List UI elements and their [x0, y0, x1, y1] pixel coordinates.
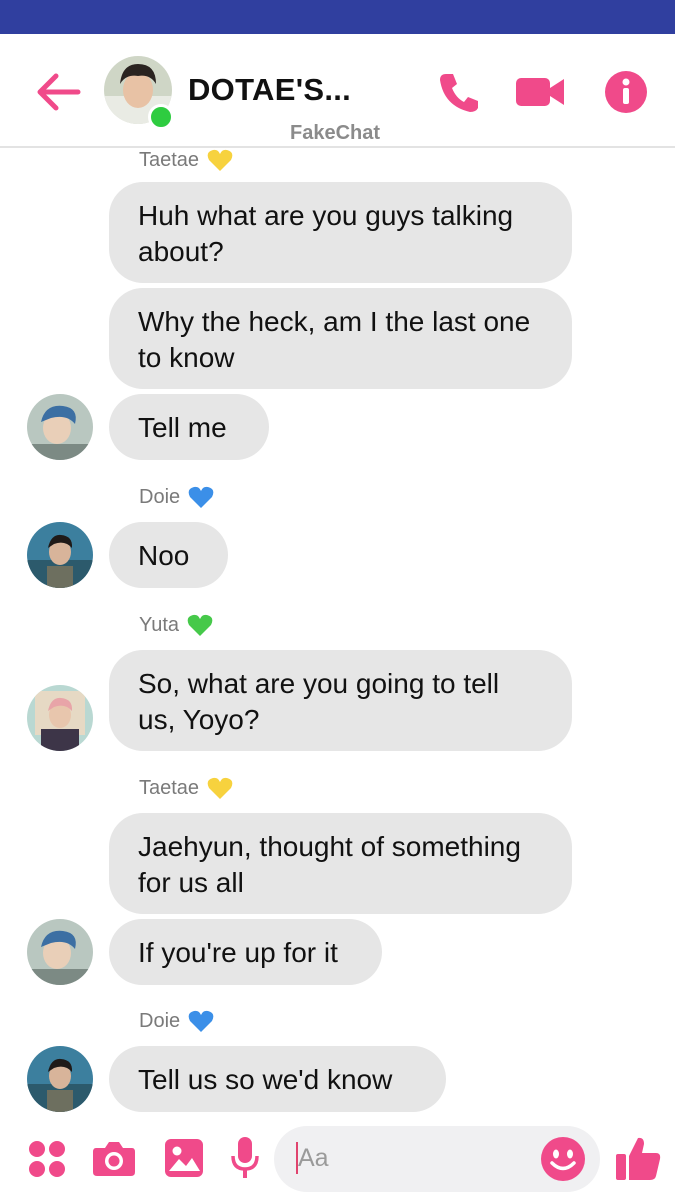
message-input[interactable]: Aa [274, 1126, 600, 1192]
chat-header: DOTAE'S... FakeChat [0, 34, 675, 148]
sender-label: Taetae [139, 776, 233, 800]
blue-heart-icon [188, 486, 214, 508]
info-icon[interactable] [604, 70, 648, 114]
status-bar [0, 0, 675, 34]
back-arrow-icon[interactable] [36, 72, 82, 112]
sender-label: Doie [139, 485, 214, 509]
message-list[interactable]: Taetae Huh what are you guys talking abo… [0, 148, 675, 1120]
message-bubble[interactable]: Tell us so we'd know [109, 1046, 446, 1112]
message-bubble[interactable]: Tell me [109, 394, 269, 460]
yellow-heart-icon [207, 149, 233, 171]
avatar-doie[interactable] [27, 522, 93, 588]
video-call-icon[interactable] [514, 68, 566, 116]
emoji-icon[interactable] [540, 1136, 586, 1182]
avatar-doie[interactable] [27, 1046, 93, 1112]
sender-label: Yuta [139, 613, 213, 637]
conversation-subtitle: FakeChat [290, 122, 381, 144]
message-bubble[interactable]: So, what are you going to tell us, Yoyo? [109, 650, 572, 751]
blue-heart-icon [188, 1010, 214, 1032]
avatar-taetae[interactable] [27, 919, 93, 985]
message-input-placeholder: Aa [298, 1144, 329, 1172]
sender-label: Taetae [139, 148, 233, 172]
gallery-icon[interactable] [164, 1138, 204, 1178]
thumbs-up-icon[interactable] [614, 1134, 662, 1182]
green-heart-icon [187, 614, 213, 636]
yellow-heart-icon [207, 777, 233, 799]
message-bubble[interactable]: Why the heck, am I the last one to know [109, 288, 572, 389]
camera-icon[interactable] [92, 1138, 136, 1178]
message-bubble[interactable]: Huh what are you guys talking about? [109, 182, 572, 283]
apps-icon[interactable] [28, 1140, 66, 1178]
message-bubble[interactable]: Noo [109, 522, 228, 588]
online-status-dot [148, 104, 174, 130]
message-bubble[interactable]: If you're up for it [109, 919, 382, 985]
conversation-title[interactable]: DOTAE'S... [188, 72, 351, 108]
sender-label: Doie [139, 1009, 214, 1033]
avatar-yuta[interactable] [27, 685, 93, 751]
message-composer: Aa [0, 1120, 675, 1200]
message-bubble[interactable]: Jaehyun, thought of something for us all [109, 813, 572, 914]
microphone-icon[interactable] [230, 1136, 260, 1180]
avatar-taetae[interactable] [27, 394, 93, 460]
phone-icon[interactable] [436, 68, 484, 116]
